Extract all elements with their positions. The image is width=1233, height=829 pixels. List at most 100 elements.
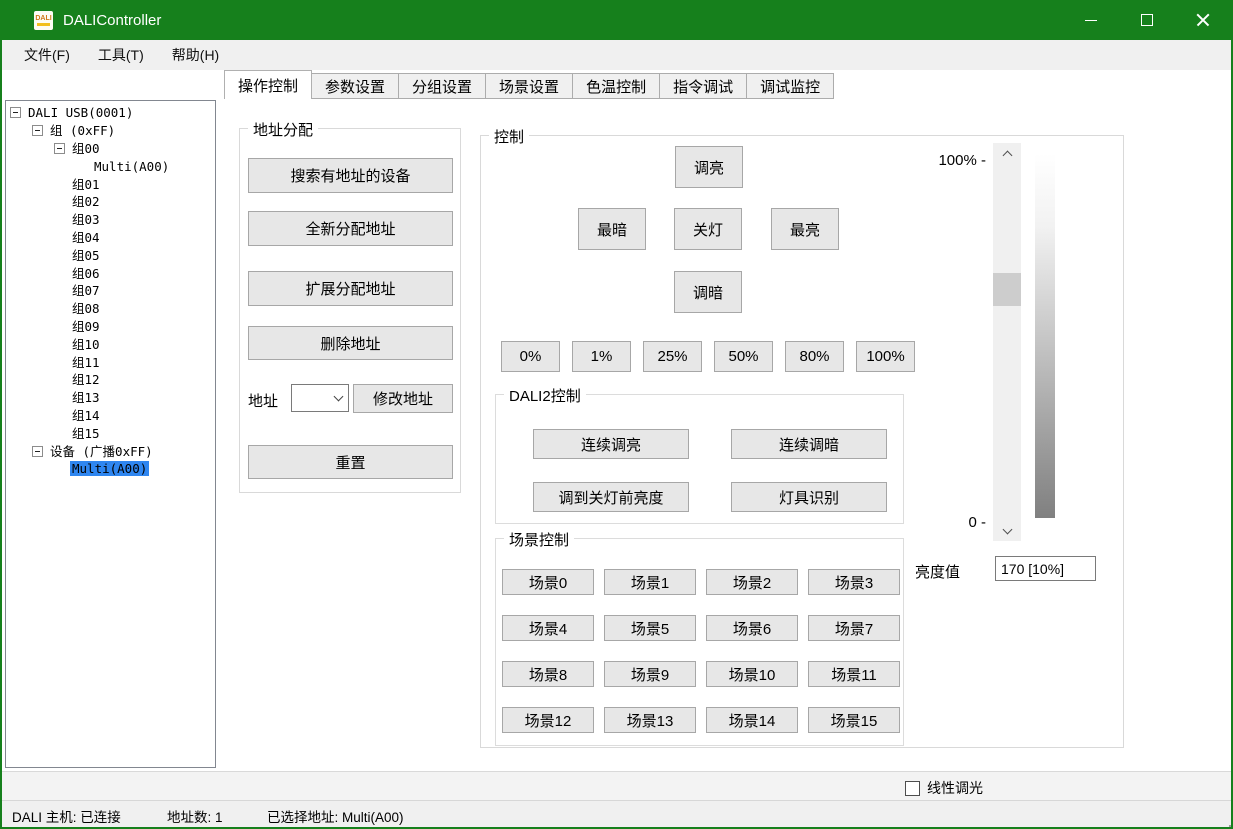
tab[interactable]: 操作控制 [224,70,312,99]
light-off-button[interactable]: 关灯 [674,208,742,250]
dim-down-button[interactable]: 调暗 [674,271,742,313]
tree-node[interactable]: 组05 [6,246,215,264]
reset-button[interactable]: 重置 [248,445,453,479]
tree-node[interactable]: Multi(A00) [6,460,215,478]
max-brightness-button[interactable]: 最亮 [771,208,839,250]
scene-button[interactable]: 场景10 [706,661,798,687]
continuous-dim-up-button[interactable]: 连续调亮 [533,429,689,459]
tree-node[interactable]: 组00 [6,140,215,158]
scene-button[interactable]: 场景8 [502,661,594,687]
tree-node[interactable]: 组10 [6,335,215,353]
tree-node[interactable]: 组06 [6,264,215,282]
brightness-value-label: 亮度值 [915,561,960,582]
tree-node[interactable]: 组12 [6,371,215,389]
tree-node-label: DALI USB(0001) [26,105,135,120]
tree-node-label: 组07 [70,283,102,298]
percent-button[interactable]: 50% [714,341,773,372]
tree-node[interactable]: 组04 [6,229,215,247]
brightness-value-field[interactable]: 170 [10%] [995,556,1096,581]
scene-button[interactable]: 场景4 [502,615,594,641]
scrollbar-thumb[interactable] [993,273,1021,306]
tree-expander-icon[interactable] [32,125,43,136]
tree-expander-icon[interactable] [10,107,21,118]
tree-node[interactable]: 组09 [6,318,215,336]
titlebar: DALI DALIController [0,0,1233,40]
resize-grip-icon[interactable] [1224,820,1226,822]
menu-item[interactable]: 工具(T) [84,40,158,70]
tree-node-label: 组05 [70,248,102,263]
assign-new-address-button[interactable]: 全新分配地址 [248,211,453,246]
tree-node[interactable]: DALI USB(0001) [6,104,215,122]
tab[interactable]: 指令调试 [660,73,747,99]
tree-node[interactable]: 组03 [6,211,215,229]
tree-node[interactable]: 组14 [6,407,215,425]
maximize-button[interactable] [1119,0,1175,40]
tree-indent [6,290,54,291]
dim-up-button[interactable]: 调亮 [675,146,743,188]
address-combobox[interactable] [291,384,349,412]
close-button[interactable] [1175,0,1231,40]
percent-button[interactable]: 100% [856,341,915,372]
tree-node-label: 组09 [70,319,102,334]
tree-node[interactable]: 组07 [6,282,215,300]
minimize-icon [1085,20,1097,21]
scene-button[interactable]: 场景6 [706,615,798,641]
goto-last-level-button[interactable]: 调到关灯前亮度 [533,482,689,512]
scene-button[interactable]: 场景1 [604,569,696,595]
tab[interactable]: 场景设置 [486,73,573,99]
tree-indent [6,344,54,345]
scene-button[interactable]: 场景0 [502,569,594,595]
scene-button[interactable]: 场景14 [706,707,798,733]
tree-node[interactable]: 组01 [6,175,215,193]
scene-button[interactable]: 场景11 [808,661,900,687]
tree-node-label: 组00 [70,141,102,156]
tree-node[interactable]: Multi(A00) [6,157,215,175]
scene-button[interactable]: 场景9 [604,661,696,687]
menu-item[interactable]: 文件(F) [10,40,84,70]
tree-node[interactable]: 设备 (广播0xFF) [6,442,215,460]
maximize-icon [1141,14,1153,26]
scene-button[interactable]: 场景15 [808,707,900,733]
control-group-title: 控制 [489,126,529,147]
tree-node[interactable]: 组 (0xFF) [6,122,215,140]
continuous-dim-down-button[interactable]: 连续调暗 [731,429,887,459]
scene-button[interactable]: 场景12 [502,707,594,733]
tab[interactable]: 调试监控 [747,73,834,99]
menu-item[interactable]: 帮助(H) [158,40,233,70]
tree-node[interactable]: 组13 [6,389,215,407]
scroll-up-button[interactable] [993,143,1021,163]
tab[interactable]: 分组设置 [399,73,486,99]
linear-dimming-checkbox-group[interactable]: 线性调光 [905,778,983,798]
percent-button[interactable]: 25% [643,341,702,372]
linear-dimming-checkbox[interactable] [905,781,920,796]
scene-group: 场景控制 场景0场景1场景2场景3场景4场景5场景6场景7场景8场景9场景10场… [495,538,904,746]
brightness-scrollbar[interactable] [993,143,1021,541]
scene-button[interactable]: 场景13 [604,707,696,733]
tab[interactable]: 色温控制 [573,73,660,99]
scene-button[interactable]: 场景2 [706,569,798,595]
scene-button[interactable]: 场景7 [808,615,900,641]
tree-indent [6,255,54,256]
scene-button[interactable]: 场景5 [604,615,696,641]
minimize-button[interactable] [1063,0,1119,40]
tree-node[interactable]: 组11 [6,353,215,371]
tree-expander-icon[interactable] [54,143,65,154]
app-icon-text: DALI [35,15,51,22]
modify-address-button[interactable]: 修改地址 [353,384,453,413]
percent-button[interactable]: 80% [785,341,844,372]
luminaire-identify-button[interactable]: 灯具识别 [731,482,887,512]
scene-button[interactable]: 场景3 [808,569,900,595]
tree-node[interactable]: 组15 [6,424,215,442]
delete-address-button[interactable]: 删除地址 [248,326,453,360]
extend-assign-address-button[interactable]: 扩展分配地址 [248,271,453,306]
tree-node[interactable]: 组08 [6,300,215,318]
percent-button[interactable]: 1% [572,341,631,372]
tree-node[interactable]: 组02 [6,193,215,211]
scroll-down-button[interactable] [993,521,1021,541]
tree-expander-icon[interactable] [32,446,43,457]
search-addressed-devices-button[interactable]: 搜索有地址的设备 [248,158,453,193]
tab[interactable]: 参数设置 [312,73,399,99]
tree-node-label: 组01 [70,177,102,192]
min-brightness-button[interactable]: 最暗 [578,208,646,250]
percent-button[interactable]: 0% [501,341,560,372]
